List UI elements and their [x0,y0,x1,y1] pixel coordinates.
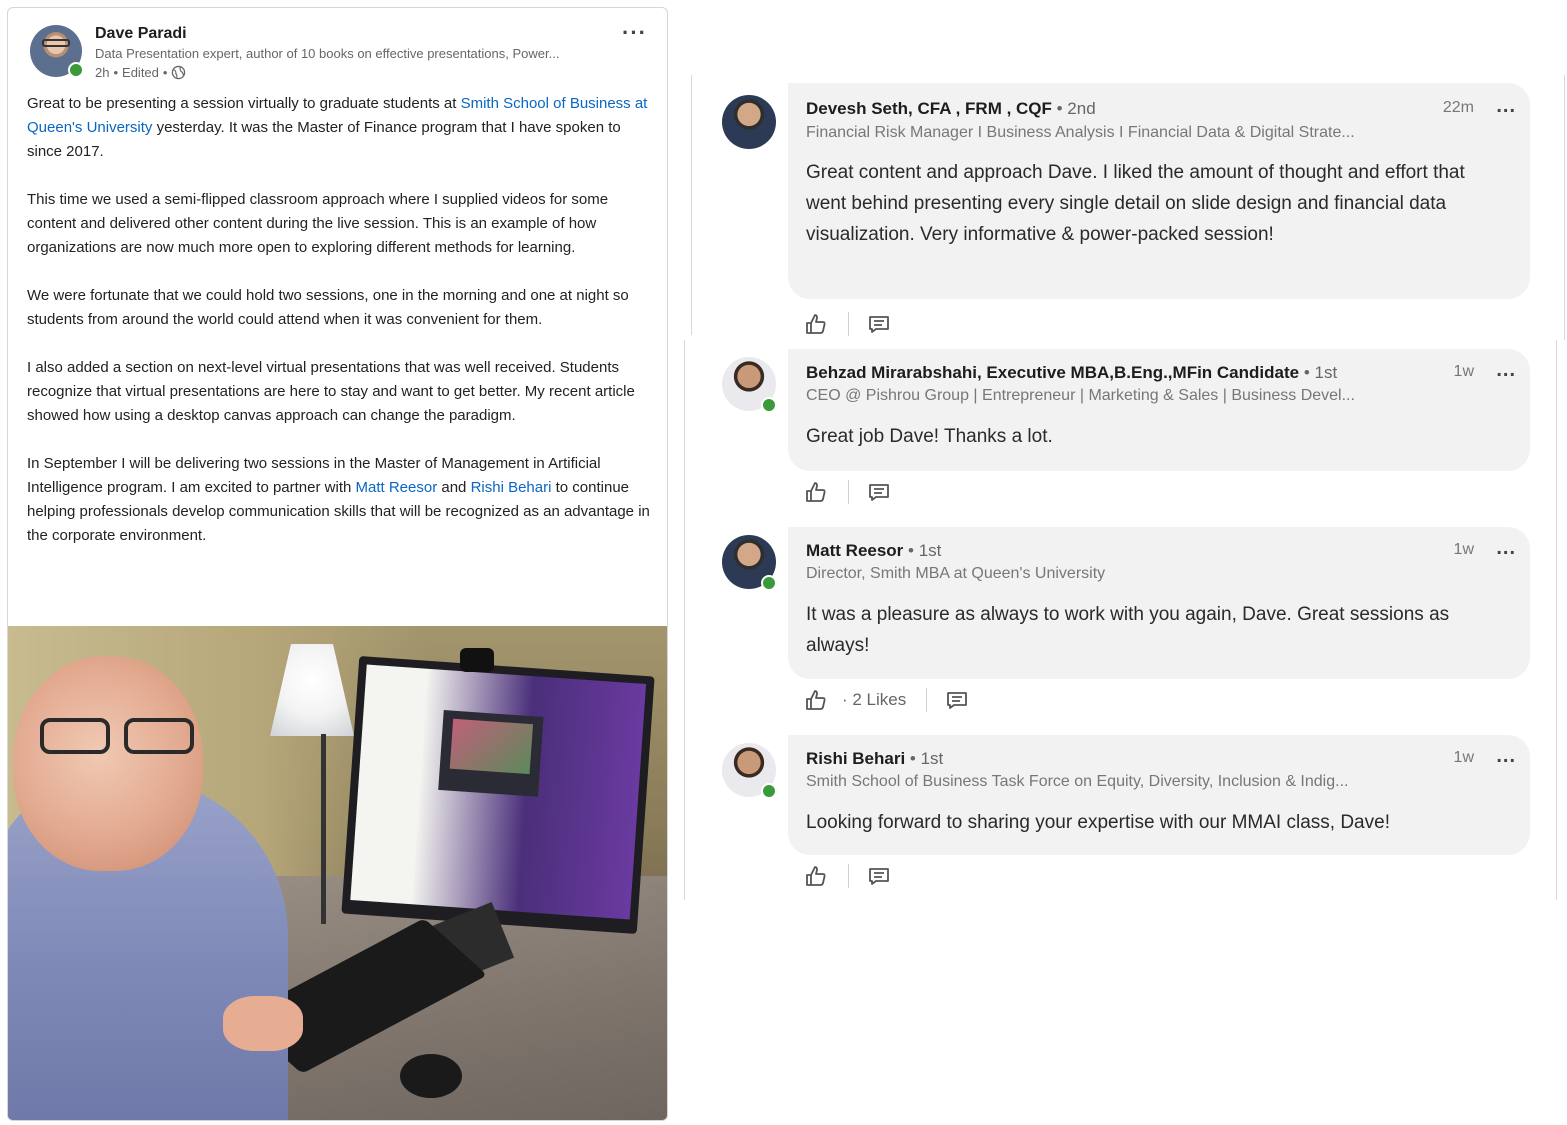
online-status-icon [761,575,777,591]
like-button[interactable] [804,688,828,712]
comment-icon [869,484,889,501]
comments-section: Devesh Seth, CFA , FRM , CQF • 2nd Finan… [684,75,1567,900]
comment-bubble: Rishi Behari • 1st Smith School of Busin… [788,735,1530,855]
comment-icon [869,316,889,333]
author-headline: Data Presentation expert, author of 10 b… [95,46,560,61]
comment-actions: · 2 Likes [804,683,969,717]
post-header: Dave Paradi Data Presentation expert, au… [8,8,667,92]
more-options-icon[interactable]: ··· [622,20,647,46]
comment-item: Devesh Seth, CFA , FRM , CQF • 2nd Finan… [684,83,1567,343]
more-options-icon[interactable]: ... [1496,95,1516,118]
reply-button[interactable] [867,864,891,888]
comment-time: 1w [1453,363,1474,380]
mention-link-matt-reesor[interactable]: Matt Reesor [356,479,438,496]
post-edited: Edited [122,65,159,80]
post-meta: 2h • Edited • [95,65,186,80]
post-time: 2h [95,65,110,80]
comment-item: Behzad Mirarabshahi, Executive MBA,B.Eng… [684,347,1567,517]
commenter-name[interactable]: Rishi Behari • 1st [806,749,943,769]
thumbs-up-icon [806,314,826,334]
online-status-icon [761,397,777,413]
post-photo[interactable] [8,626,667,1120]
comment-item: Rishi Behari • 1st Smith School of Busin… [684,733,1567,893]
comment-icon [947,692,968,709]
commenter-name[interactable]: Matt Reesor • 1st [806,541,941,561]
post-paragraph: Great to be presenting a session virtual… [27,95,648,160]
more-options-icon[interactable]: ... [1496,359,1516,382]
commenter-headline: Financial Risk Manager I Business Analys… [806,124,1355,141]
comment-actions [804,475,891,509]
online-status-icon [761,783,777,799]
mention-link-rishi-behari[interactable]: Rishi Behari [471,479,552,496]
comment-time: 1w [1453,749,1474,766]
post-text: Great to be presenting a session virtual… [27,92,653,572]
comment-bubble: Matt Reesor • 1st Director, Smith MBA at… [788,527,1530,679]
commenter-avatar[interactable] [722,95,776,149]
comment-time: 22m [1442,99,1474,116]
comment-icon [869,868,889,885]
comment-text: It was a pleasure as always to work with… [806,604,1450,656]
reply-button[interactable] [867,480,891,504]
like-count[interactable]: · 2 Likes [842,690,906,710]
post-paragraph: This time we used a semi-flipped classro… [27,191,609,256]
comment-text: Great content and approach Dave. I liked… [806,162,1465,245]
comment-bubble: Devesh Seth, CFA , FRM , CQF • 2nd Finan… [788,83,1530,299]
meta-separator: • [162,65,168,80]
commenter-headline: CEO @ Pishrou Group | Entrepreneur | Mar… [806,387,1355,404]
reply-button[interactable] [945,688,969,712]
online-status-icon [68,62,84,78]
thumbs-up-icon [806,866,826,886]
meta-separator: • [113,65,119,80]
commenter-headline: Smith School of Business Task Force on E… [806,773,1349,790]
like-button[interactable] [804,480,828,504]
reply-button[interactable] [867,312,891,336]
more-options-icon[interactable]: ... [1496,745,1516,768]
comment-text: Great job Dave! Thanks a lot. [806,426,1053,447]
globe-icon [171,65,186,80]
comment-time: 1w [1453,541,1474,558]
more-options-icon[interactable]: ... [1496,537,1516,560]
commenter-headline: Director, Smith MBA at Queen's Universit… [806,565,1106,582]
comment-actions [804,859,891,893]
author-name[interactable]: Dave Paradi [95,25,187,43]
post-card: Dave Paradi Data Presentation expert, au… [7,7,668,1121]
commenter-name[interactable]: Devesh Seth, CFA , FRM , CQF • 2nd [806,99,1096,119]
thumbs-up-icon [806,690,826,710]
post-paragraph: We were fortunate that we could hold two… [27,287,629,328]
post-paragraph: In September I will be delivering two se… [27,455,650,544]
like-button[interactable] [804,864,828,888]
comment-text: Looking forward to sharing your expertis… [806,812,1390,833]
post-paragraph: I also added a section on next-level vir… [27,359,635,424]
comment-bubble: Behzad Mirarabshahi, Executive MBA,B.Eng… [788,349,1530,471]
thumbs-up-icon [806,482,826,502]
comment-item: Matt Reesor • 1st Director, Smith MBA at… [684,525,1567,725]
like-button[interactable] [804,312,828,336]
comment-actions [804,307,891,341]
commenter-name[interactable]: Behzad Mirarabshahi, Executive MBA,B.Eng… [806,363,1337,383]
